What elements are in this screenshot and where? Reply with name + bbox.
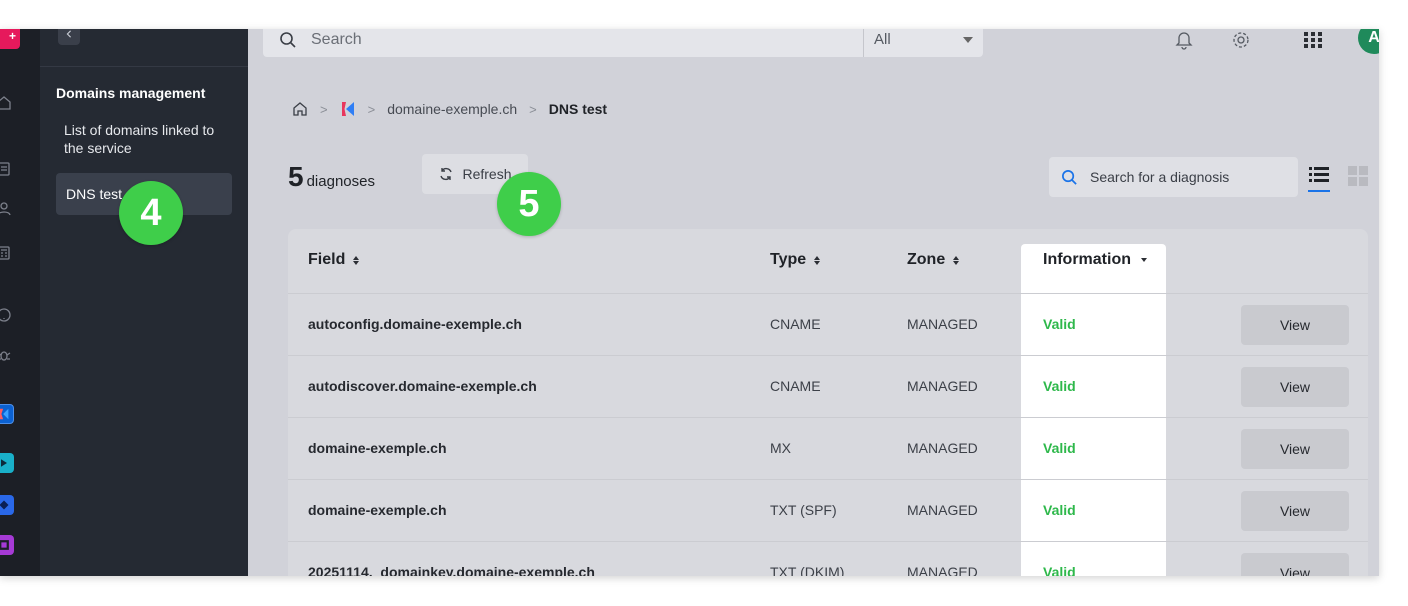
column-header-information[interactable]: Information: [1043, 251, 1147, 269]
breadcrumb-chevron-icon: >: [367, 101, 376, 117]
cell-zone: MANAGED: [907, 440, 978, 456]
diagnosis-search-placeholder: Search for a diagnosis: [1090, 169, 1230, 185]
column-header-type[interactable]: Type: [770, 251, 821, 269]
user-avatar[interactable]: A: [1358, 29, 1379, 54]
breadcrumb: > > domaine-exemple.ch > DNS test: [292, 101, 607, 117]
meet-app-icon[interactable]: [0, 453, 14, 473]
cell-information: Valid: [1043, 378, 1076, 394]
icon-rail: +: [0, 29, 40, 576]
cell-field: autoconfig.domaine-exemple.ch: [308, 316, 522, 332]
table-row: 20251114._domainkey.domaine-exemple.ch T…: [288, 541, 1368, 576]
cell-type: CNAME: [770, 378, 821, 394]
breadcrumb-chevron-icon: >: [320, 101, 328, 117]
step-badge-4: 4: [119, 181, 183, 245]
support-icon[interactable]: [0, 307, 12, 323]
brand-logo[interactable]: +: [0, 29, 20, 49]
table-header: Field Type Zone Information: [288, 229, 1368, 293]
cell-information: Valid: [1043, 564, 1076, 576]
cell-zone: MANAGED: [907, 564, 978, 576]
column-header-label: Zone: [907, 251, 946, 268]
cell-field: domaine-exemple.ch: [308, 440, 447, 456]
main-content: Search All A > > domaine-exemple.ch > DN…: [248, 29, 1379, 576]
document-icon[interactable]: [0, 161, 12, 177]
step-badge-5: 5: [497, 172, 561, 236]
column-header-zone[interactable]: Zone: [907, 251, 960, 269]
cell-zone: MANAGED: [907, 378, 978, 394]
cell-field: 20251114._domainkey.domaine-exemple.ch: [308, 564, 595, 576]
drive-app-icon[interactable]: [0, 495, 14, 515]
view-button[interactable]: View: [1241, 429, 1349, 469]
chevron-left-icon: [66, 30, 71, 38]
kchat-app-icon[interactable]: [0, 404, 14, 424]
apps-grid-icon[interactable]: [1302, 29, 1324, 51]
column-header-field[interactable]: Field: [308, 251, 360, 269]
cell-information: Valid: [1043, 502, 1076, 518]
column-header-label: Field: [308, 251, 346, 268]
table-row: domaine-exemple.ch TXT (SPF) MANAGED Val…: [288, 479, 1368, 541]
table-row: domaine-exemple.ch MX MANAGED Valid View: [288, 417, 1368, 479]
swisstransfer-app-icon[interactable]: [0, 535, 14, 555]
top-bar: Search All A: [248, 29, 1379, 67]
collapse-sidebar-button[interactable]: [58, 29, 80, 45]
view-button[interactable]: View: [1241, 367, 1349, 407]
view-button[interactable]: View: [1241, 305, 1349, 345]
global-search-input[interactable]: Search: [263, 29, 863, 57]
calculator-icon[interactable]: [0, 245, 12, 261]
chevron-down-icon: [963, 36, 973, 43]
diagnosis-count-label: diagnoses: [306, 173, 375, 190]
bug-icon[interactable]: [0, 347, 12, 363]
search-scope-value: All: [874, 31, 891, 48]
breadcrumb-chevron-icon: >: [529, 101, 537, 117]
sort-icon: [353, 255, 360, 265]
home-icon[interactable]: [292, 101, 308, 117]
diagnosis-search-input[interactable]: Search for a diagnosis: [1049, 157, 1298, 197]
cell-information: Valid: [1043, 440, 1076, 456]
cell-information: Valid: [1043, 316, 1076, 332]
column-header-label: Type: [770, 251, 807, 268]
cell-zone: MANAGED: [907, 502, 978, 518]
diagnosis-count-number: 5: [288, 161, 304, 192]
cell-type: MX: [770, 440, 791, 456]
sidebar-divider: [40, 66, 248, 67]
search-icon: [280, 31, 296, 48]
diagnosis-count: 5 diagnoses: [288, 161, 375, 193]
refresh-label: Refresh: [462, 166, 512, 182]
breadcrumb-domain[interactable]: domaine-exemple.ch: [387, 101, 517, 117]
diagnosis-table: Field Type Zone Information autoconfig.d: [288, 229, 1368, 576]
section-sidebar: Domains management List of domains linke…: [40, 29, 248, 576]
cell-field: autodiscover.domaine-exemple.ch: [308, 378, 537, 394]
users-icon[interactable]: [0, 201, 12, 217]
kchat-logo-icon[interactable]: [340, 101, 356, 117]
cell-zone: MANAGED: [907, 316, 978, 332]
cell-field: domaine-exemple.ch: [308, 502, 447, 518]
search-icon: [1062, 169, 1077, 185]
sort-desc-icon: [1141, 258, 1147, 262]
cell-type: CNAME: [770, 316, 821, 332]
column-header-label: Information: [1043, 251, 1131, 268]
refresh-icon: [440, 167, 453, 181]
grid-view-icon[interactable]: [1348, 166, 1368, 186]
view-button[interactable]: View: [1241, 491, 1349, 531]
cell-type: TXT (SPF): [770, 502, 837, 518]
sidebar-item-domain-list[interactable]: List of domains linked to the service: [64, 121, 236, 157]
home-icon[interactable]: [0, 95, 12, 111]
gear-icon[interactable]: [1230, 29, 1252, 51]
table-row: autoconfig.domaine-exemple.ch CNAME MANA…: [288, 293, 1368, 355]
global-search-placeholder: Search: [311, 30, 362, 48]
app-window: + Domains management List of domains lin…: [0, 29, 1379, 576]
sidebar-section-title: Domains management: [56, 85, 206, 101]
view-button[interactable]: View: [1241, 553, 1349, 576]
cell-type: TXT (DKIM): [770, 564, 845, 576]
sort-icon: [953, 255, 960, 265]
list-view-icon[interactable]: [1308, 165, 1330, 195]
bell-icon[interactable]: [1173, 29, 1195, 51]
sort-icon: [814, 255, 821, 265]
search-scope-select[interactable]: All: [863, 29, 983, 57]
table-row: autodiscover.domaine-exemple.ch CNAME MA…: [288, 355, 1368, 417]
breadcrumb-current: DNS test: [548, 101, 608, 117]
